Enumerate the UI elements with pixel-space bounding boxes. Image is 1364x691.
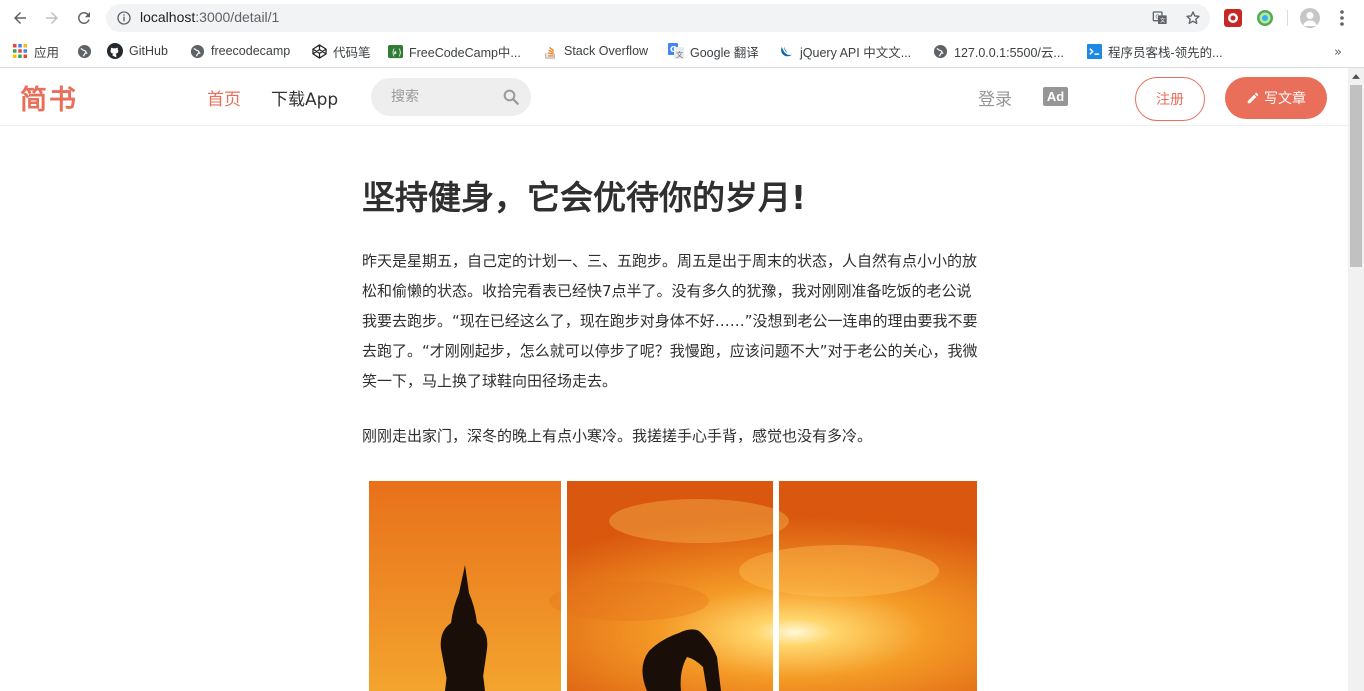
bookmark-codepen[interactable]: 代码笔 (311, 41, 371, 61)
url-text[interactable]: localhost:3000/detail/1 (140, 9, 279, 25)
login-link[interactable]: 登录 (978, 85, 1012, 110)
nav-home-link[interactable]: 首页 (207, 85, 241, 110)
bookmark-label: jQuery API 中文文... (800, 45, 912, 60)
article: 坚持健身，它会优待你的岁月! 昨天是星期五，自己定的计划一、三、五跑步。周五是出… (362, 176, 982, 451)
svg-text:G: G (1155, 15, 1159, 21)
codepen-icon (311, 43, 327, 59)
search-input[interactable] (371, 78, 499, 116)
site-logo[interactable]: 简书 (20, 78, 78, 117)
bookmark-label: 程序员客栈-领先的... (1108, 45, 1223, 60)
apps-grid-icon (12, 43, 28, 59)
google-translate-icon: G文 (668, 43, 684, 59)
bookmark-proginn[interactable]: 程序员客栈-领先的... (1086, 41, 1223, 61)
bookmark-label: freecodecamp (211, 44, 291, 58)
article-paragraph: 昨天是星期五，自己定的计划一、三、五跑步。周五是出于周末的状态，人自然有点小小的… (362, 252, 978, 390)
bookmark-jquery[interactable]: jQuery API 中文文... (778, 41, 911, 61)
bookmark-label: GitHub (129, 44, 168, 58)
star-icon[interactable] (1185, 10, 1201, 26)
bookmark-label: FreeCodeCamp中... (409, 45, 521, 60)
toolbar-divider (1287, 10, 1288, 26)
browser-toolbar: localhost:3000/detail/1 G文 (0, 0, 1364, 36)
github-icon (107, 43, 123, 59)
register-button[interactable]: 注册 (1135, 77, 1205, 121)
bookmark-github[interactable]: GitHub (107, 41, 168, 61)
jquery-icon (778, 43, 794, 59)
bookmark-freecodecamp[interactable]: freecodecamp (189, 41, 290, 61)
back-button[interactable] (8, 7, 32, 29)
site-header: 简书 首页 下载App 登录 Ad 注册 写文章 (0, 68, 1348, 126)
address-bar[interactable]: localhost:3000/detail/1 G文 (106, 4, 1210, 32)
globe-icon (932, 43, 948, 59)
freecodecamp-icon: () (387, 43, 403, 59)
scrollbar-thumb[interactable] (1350, 85, 1362, 267)
reload-icon (77, 11, 90, 24)
bookmark-freecodecamp-cn[interactable]: () FreeCodeCamp中... (387, 41, 521, 61)
more-bookmarks-button[interactable]: » (1334, 45, 1342, 60)
ad-badge-icon[interactable]: Ad (1043, 87, 1068, 106)
bookmark-stackoverflow[interactable]: Stack Overflow (542, 41, 648, 61)
yoga-sunset-triptych-image (369, 481, 977, 691)
arrow-left-icon (14, 12, 26, 24)
bookmark-apps[interactable]: 应用 (12, 41, 59, 61)
arrow-right-icon (46, 12, 58, 24)
bookmark-label: 应用 (34, 45, 60, 60)
search-icon[interactable] (502, 88, 520, 106)
write-article-label: 写文章 (1264, 91, 1306, 107)
extension-green-icon[interactable] (1256, 9, 1274, 27)
scroll-up-arrow-icon[interactable] (1348, 68, 1364, 84)
bookmark-localhost-5500[interactable]: 127.0.0.1:5500/云... (932, 41, 1064, 61)
bookmark-label: 127.0.0.1:5500/云... (954, 45, 1064, 60)
bookmark-globe[interactable] (76, 41, 92, 61)
globe-icon (76, 43, 92, 59)
article-paragraph: 刚刚走出家门，深冬的晚上有点小寒冷。我搓搓手心手背，感觉也没有多冷。 (362, 427, 873, 445)
reload-button[interactable] (72, 7, 96, 29)
extension-red-icon[interactable] (1224, 9, 1242, 27)
stackoverflow-icon (542, 43, 558, 59)
page-viewport: 简书 首页 下载App 登录 Ad 注册 写文章 坚持健身，它会优待你的岁月! … (0, 68, 1348, 691)
url-host: localhost (140, 9, 196, 25)
pencil-icon (1247, 92, 1259, 104)
bookmark-google-translate[interactable]: G文 Google 翻译 (668, 41, 759, 61)
info-icon[interactable] (116, 10, 132, 26)
write-article-button[interactable]: 写文章 (1225, 77, 1327, 119)
proginn-icon (1086, 43, 1102, 59)
translate-icon[interactable]: G文 (1152, 10, 1168, 26)
url-path: :3000/detail/1 (195, 9, 280, 25)
bookmark-label: Stack Overflow (564, 44, 649, 58)
bookmark-label: Google 翻译 (690, 45, 759, 60)
forward-button[interactable] (40, 7, 64, 29)
article-title: 坚持健身，它会优待你的岁月! (362, 178, 807, 217)
bookmark-label: 代码笔 (333, 45, 371, 60)
bookmarks-bar: 应用 GitHub freecodecamp 代码笔 () FreeCodeCa… (0, 36, 1364, 66)
profile-avatar-icon[interactable] (1300, 8, 1320, 28)
search-box (371, 78, 531, 116)
nav-download-app-link[interactable]: 下载App (271, 85, 338, 110)
svg-text:文: 文 (676, 50, 683, 59)
svg-text:): ) (397, 47, 402, 57)
more-menu-icon[interactable] (1335, 8, 1349, 28)
page-scrollbar[interactable] (1348, 68, 1364, 691)
globe-icon (189, 43, 205, 59)
